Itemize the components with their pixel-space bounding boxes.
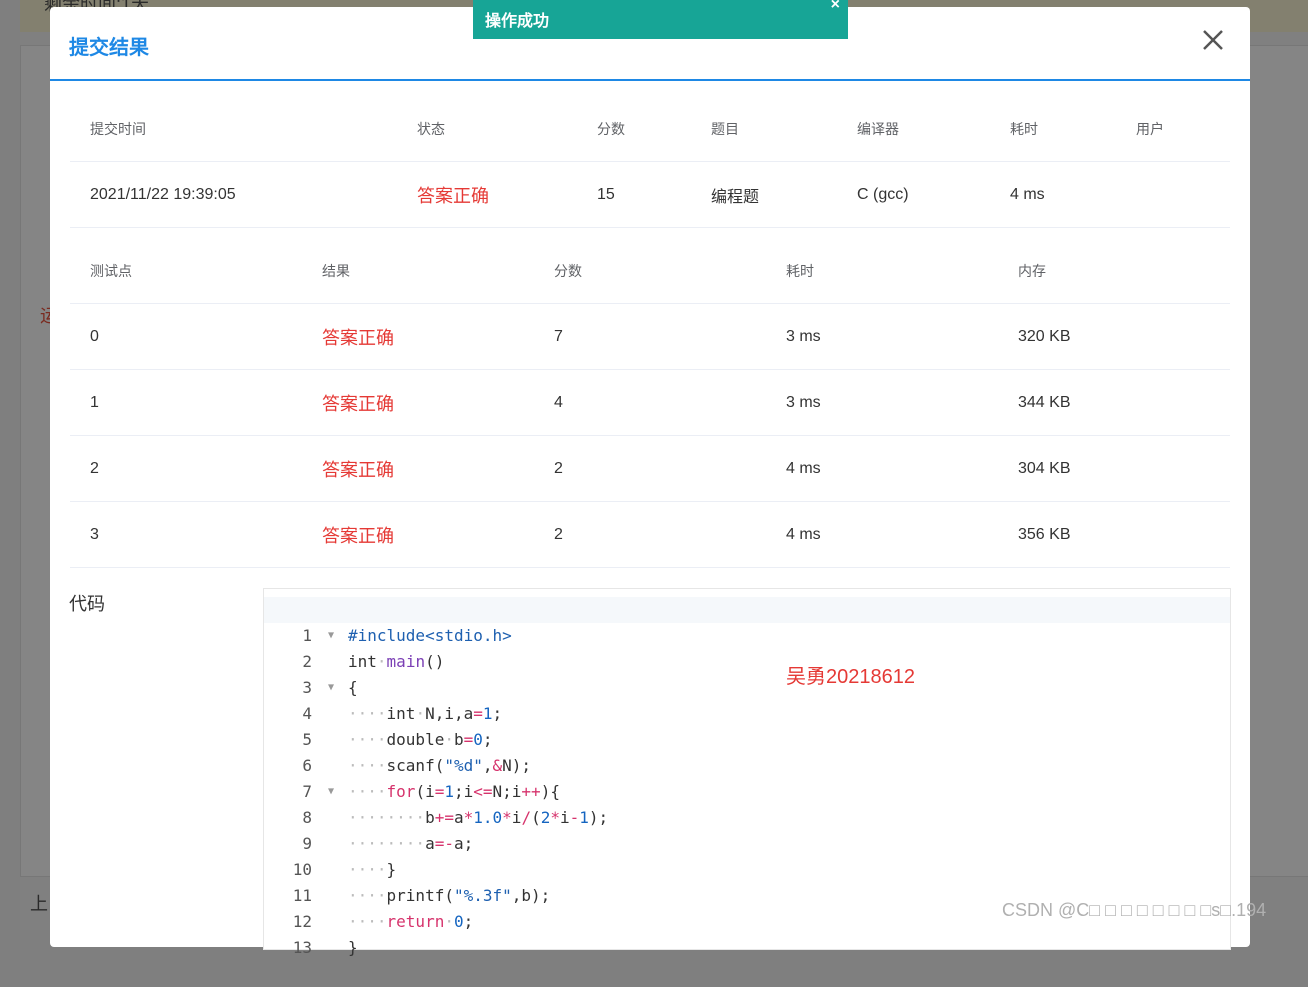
code-line: 1 ▼ #include<stdio.h> (264, 597, 1230, 645)
header-testcase-time: 耗时 (766, 239, 998, 304)
header-memory: 内存 (998, 239, 1230, 304)
submit-time: 2021/11/22 19:39:05 (70, 161, 397, 228)
code-line: 4 ····int·N,i,a=1; (264, 675, 1230, 723)
code-line: 10 ····} (264, 831, 1230, 879)
testcase-score: 2 (534, 501, 766, 568)
submission-result-dialog: 提交结果 提交时间 状态 分数 题目 编译器 耗时 用户 2021/11/22 … (50, 7, 1250, 957)
code-line: 5 ····double·b=0; (264, 701, 1230, 749)
testcase-memory: 320 KB (998, 303, 1230, 370)
testcase-id: 2 (70, 435, 302, 502)
testcase-id: 3 (70, 501, 302, 568)
testcase-score: 4 (534, 369, 766, 436)
csdn-watermark: CSDN @C□ □ □ □ □ □ □ □s□.194 (1002, 900, 1267, 920)
problem: 编程题 (691, 161, 837, 228)
table-row: 1 答案正确 4 3 ms 344 KB (70, 369, 1230, 436)
code-line: 3 ▼{ (264, 649, 1230, 697)
code-text: } (348, 938, 358, 957)
testcase-score: 2 (534, 435, 766, 502)
testcase-time: 4 ms (766, 501, 998, 568)
table-row: 0 答案正确 7 3 ms 320 KB (70, 303, 1230, 370)
testcase-memory: 344 KB (998, 369, 1230, 436)
code-label: 代码 (69, 594, 105, 614)
table-row: 2 答案正确 2 4 ms 304 KB (70, 435, 1230, 502)
toast-close-icon[interactable]: × (831, 0, 840, 14)
line-number: 13 (292, 938, 312, 957)
testcase-time: 3 ms (766, 369, 998, 436)
close-icon (1203, 30, 1223, 50)
dialog-close-button[interactable] (1200, 27, 1226, 53)
header-user: 用户 (1116, 97, 1230, 162)
score: 15 (577, 161, 691, 228)
testcase-result: 答案正确 (302, 303, 534, 370)
code-line: 2 int·main() (264, 623, 1230, 671)
testcase-memory: 304 KB (998, 435, 1230, 502)
code-line: 9 ········a=-a; (264, 805, 1230, 853)
code-editor[interactable]: 1 ▼ #include<stdio.h> 2 int·main() 3 ▼{ 4 ···… (263, 588, 1231, 957)
dialog-title: 提交结果 (69, 37, 149, 59)
table-row: 3 答案正确 2 4 ms 356 KB (70, 501, 1230, 568)
header-testcase-score: 分数 (534, 239, 766, 304)
compiler: C (gcc) (837, 161, 990, 228)
header-time: 耗时 (990, 97, 1116, 162)
submission-row: 2021/11/22 19:39:05 答案正确 15 编程题 C (gcc) … (70, 161, 1230, 228)
testcase-id: 1 (70, 369, 302, 436)
testcase-score: 7 (534, 303, 766, 370)
code-line: 6 ····scanf("%d",&N); (264, 727, 1230, 775)
testcase-table: 测试点 结果 分数 耗时 内存 0 答案正确 7 3 ms 320 KB 1 答… (70, 239, 1230, 568)
background-bottom-text: 上 (30, 894, 48, 914)
testcase-header-row: 测试点 结果 分数 耗时 内存 (70, 239, 1230, 304)
time: 4 ms (990, 161, 1116, 228)
header-submit-time: 提交时间 (70, 97, 397, 162)
submission-header-row: 提交时间 状态 分数 题目 编译器 耗时 用户 (70, 97, 1230, 162)
testcase-result: 答案正确 (302, 501, 534, 568)
header-score: 分数 (577, 97, 691, 162)
testcase-result: 答案正确 (302, 369, 534, 436)
user (1116, 161, 1230, 228)
testcase-id: 0 (70, 303, 302, 370)
status-badge: 答案正确 (397, 161, 577, 228)
code-line: 7 ▼ ····for(i=1;i<=N;i++){ (264, 753, 1230, 801)
success-toast: 操作成功 × (473, 0, 848, 39)
testcase-memory: 356 KB (998, 501, 1230, 568)
header-result: 结果 (302, 239, 534, 304)
code-line: 8 ········b+=a*1.0*i/(2*i-1); (264, 779, 1230, 827)
header-problem: 题目 (691, 97, 837, 162)
header-status: 状态 (397, 97, 577, 162)
submission-table: 提交时间 状态 分数 题目 编译器 耗时 用户 2021/11/22 19:39… (70, 97, 1230, 228)
toast-message: 操作成功 (485, 13, 550, 30)
header-compiler: 编译器 (837, 97, 990, 162)
code-line: 11 ····printf("%.3f",b); (264, 857, 1230, 905)
testcase-time: 3 ms (766, 303, 998, 370)
testcase-result: 答案正确 (302, 435, 534, 502)
author-annotation: 吴勇20218612 (786, 666, 915, 688)
header-testcase: 测试点 (70, 239, 302, 304)
testcase-time: 4 ms (766, 435, 998, 502)
